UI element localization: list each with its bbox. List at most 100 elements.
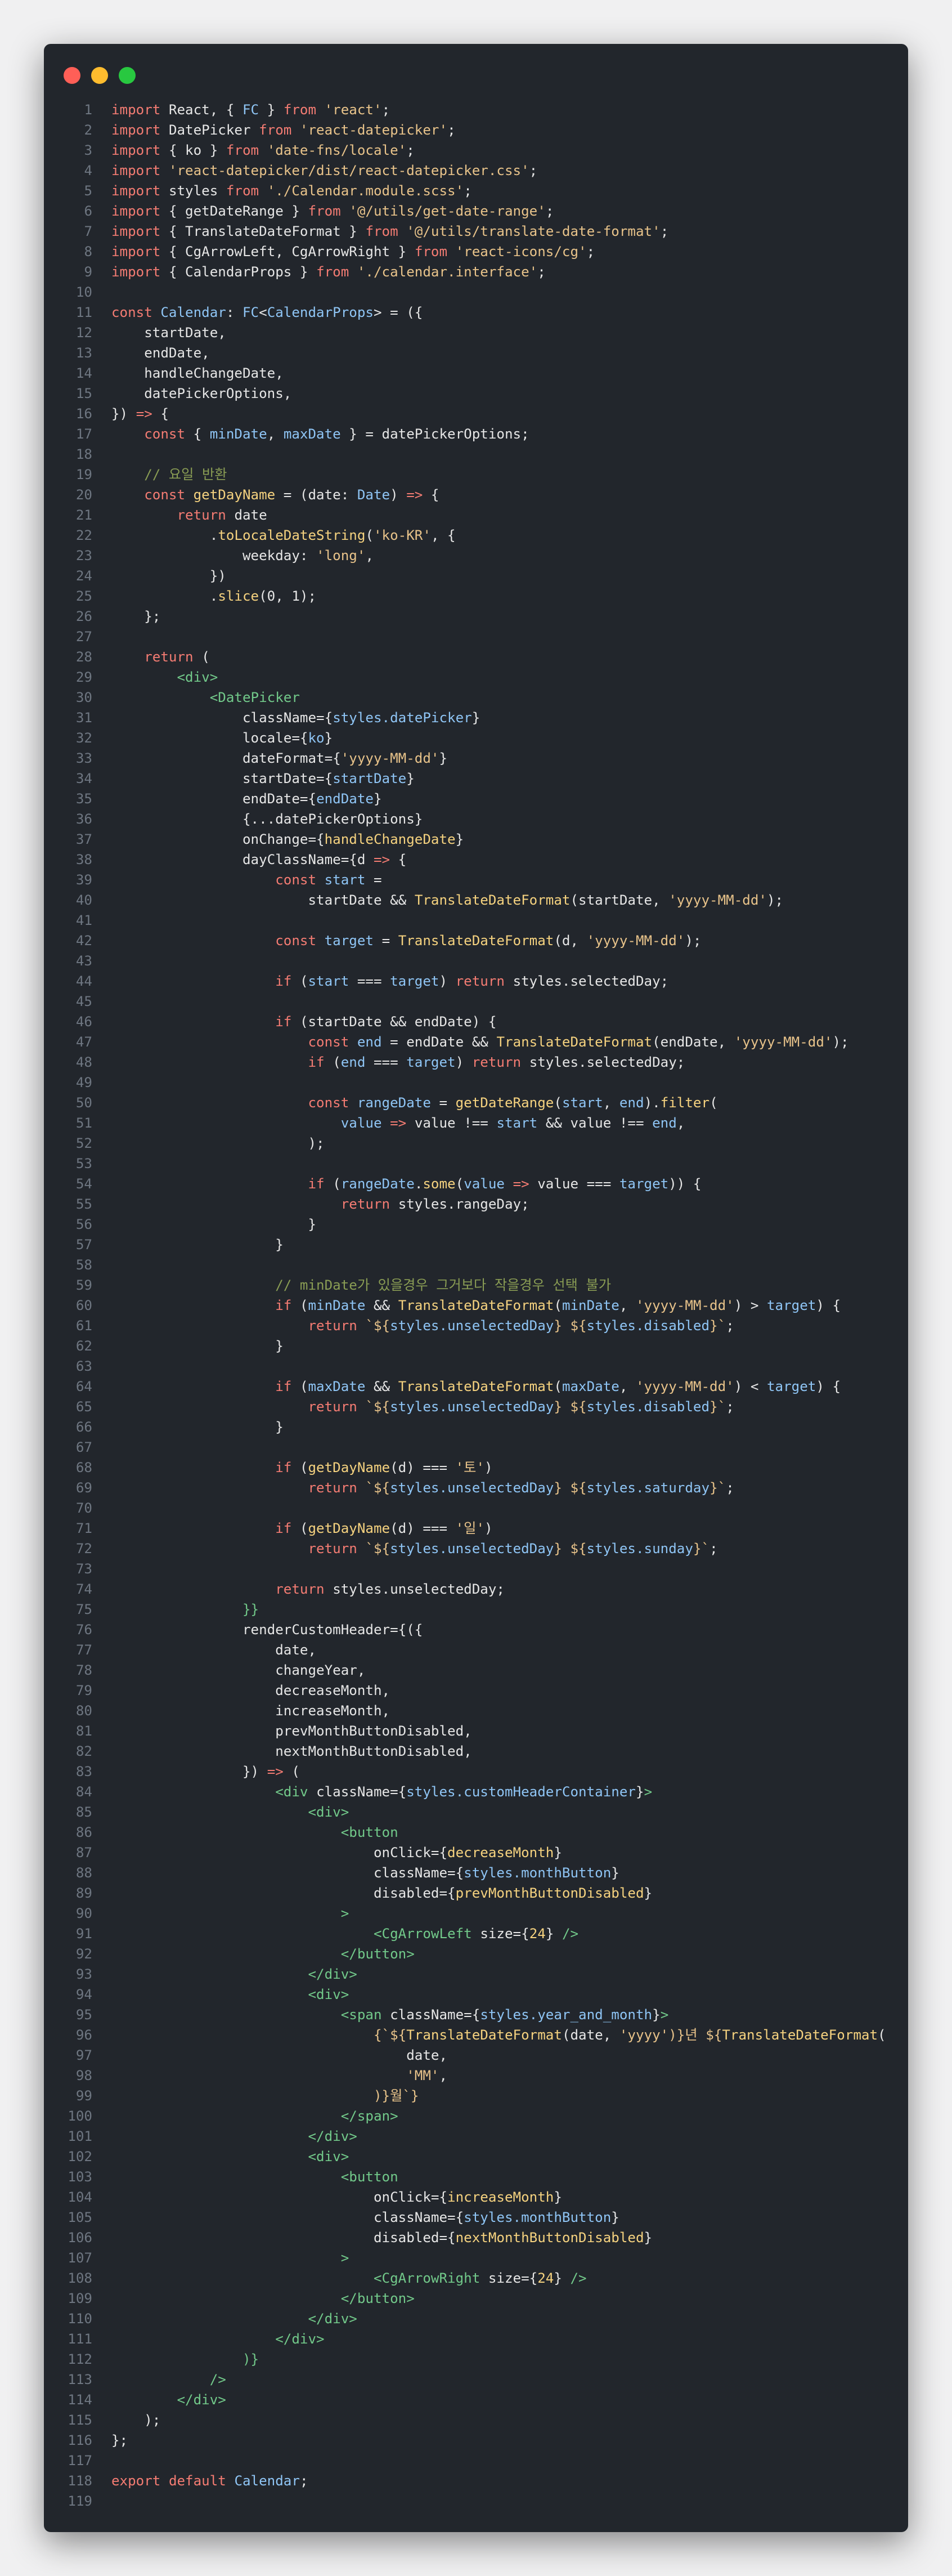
line-content: return `${styles.unselectedDay} ${styles… (111, 1539, 718, 1559)
line-number: 81 (75, 1723, 92, 1739)
line-content: import { ko } from 'date-fns/locale'; (111, 140, 415, 160)
line-content: if (maxDate && TranslateDateFormat(maxDa… (111, 1376, 841, 1397)
line-content: <button (111, 1822, 398, 1842)
code-line: 77 date, (44, 1640, 908, 1660)
code-token: slice (218, 588, 259, 604)
code-token: from (226, 142, 267, 158)
code-token: decreaseMonth, (111, 1683, 390, 1698)
code-line: 20 const getDayName = (date: Date) => { (44, 485, 908, 505)
code-token: styles.datePicker (333, 710, 472, 726)
line-content: export default Calendar; (111, 2471, 308, 2491)
line-content: <CgArrowRight size={24} /> (111, 2268, 587, 2288)
code-token: }` (709, 1318, 726, 1334)
code-line: 114 </div> (44, 2390, 908, 2410)
code-token: start (324, 872, 374, 888)
code-token: ; (545, 203, 554, 219)
zoom-window-button[interactable] (119, 67, 136, 84)
line-content: <div> (111, 667, 218, 687)
code-line: 23 weekday: 'long', (44, 545, 908, 566)
code-line: 109 </button> (44, 2288, 908, 2309)
code-block[interactable]: 1 import React, { FC } from 'react'; 2 impo… (44, 100, 908, 2511)
line-content: }; (111, 606, 160, 627)
code-token: ); (767, 892, 784, 908)
line-number: 99 (75, 2088, 92, 2104)
close-window-button[interactable] (64, 67, 80, 84)
code-token: end (357, 1034, 390, 1050)
code-token: start (562, 1095, 603, 1111)
line-content: )}월`} (111, 2086, 419, 2106)
line-number: 2 (84, 122, 92, 138)
line-content: const start = (111, 870, 381, 890)
line-content: import React, { FC } from 'react'; (111, 100, 390, 120)
code-token: } (259, 102, 284, 118)
line-content: return styles.rangeDay; (111, 1194, 529, 1214)
line-number: 46 (75, 1014, 92, 1030)
code-token: '@/utils/get-date-range' (349, 203, 546, 219)
code-line: 19 // 요일 반환 (44, 464, 908, 485)
line-number: 102 (68, 2149, 92, 2164)
code-token: styles.selectedDay; (529, 1054, 685, 1070)
code-token: `${ (365, 1399, 390, 1415)
code-token: import (111, 163, 169, 178)
line-number: 15 (75, 386, 92, 401)
code-line: 48 if (end === target) return styles.sel… (44, 1052, 908, 1072)
code-token: `${ (365, 1318, 390, 1334)
code-token: && value !== (545, 1115, 653, 1131)
line-content: const Calendar: FC<CalendarProps> = ({ (111, 302, 423, 323)
line-content: import { CalendarProps } from './calenda… (111, 262, 546, 282)
code-token: <div> (177, 669, 218, 685)
code-token: Date (357, 487, 390, 503)
code-token: date (234, 507, 267, 523)
code-token: 'yyyy-MM-dd' (586, 933, 685, 949)
code-token: styles.sunday (586, 1541, 693, 1557)
code-token: increaseMonth, (111, 1703, 390, 1719)
code-line: 96 {`${TranslateDateFormat(date, 'yyyy')… (44, 2025, 908, 2045)
code-token: return (275, 1581, 333, 1597)
code-token: (startDate && endDate) { (299, 1014, 497, 1030)
code-token: target (767, 1298, 816, 1313)
minimize-window-button[interactable] (91, 67, 108, 84)
code-line: 117 (44, 2450, 908, 2471)
code-token: ; (586, 244, 595, 260)
code-token: }` (709, 1399, 726, 1415)
code-token: import (111, 122, 169, 138)
code-line: 13 endDate, (44, 343, 908, 363)
code-token: </button> (340, 1946, 415, 1962)
code-line: 4 import 'react-datepicker/dist/react-dat… (44, 160, 908, 181)
code-line: 5 import styles from './Calendar.module.s… (44, 181, 908, 201)
code-token: disabled={ (111, 2230, 456, 2246)
code-token: ; (726, 1399, 734, 1415)
code-token: 24 (537, 2270, 554, 2286)
line-number: 42 (75, 933, 92, 949)
line-number: 106 (68, 2230, 92, 2246)
line-number: 95 (75, 2007, 92, 2023)
line-number: 37 (75, 831, 92, 847)
code-token: import (111, 203, 169, 219)
code-token: endDate={ (111, 791, 317, 807)
code-token: styles.unselectedDay (390, 1318, 554, 1334)
line-number: 41 (75, 913, 92, 928)
code-token: <div> (308, 2149, 349, 2164)
line-number: 89 (75, 1885, 92, 1901)
line-number: 68 (75, 1460, 92, 1475)
line-number: 119 (68, 2493, 92, 2509)
code-token: styles.monthButton (464, 1865, 612, 1881)
line-number: 88 (75, 1865, 92, 1881)
line-number: 4 (84, 163, 92, 178)
code-token: ) (455, 1054, 472, 1070)
code-token: return (308, 1480, 366, 1496)
code-line: 17 const { minDate, maxDate } = datePick… (44, 424, 908, 444)
code-token: renderCustomHeader={({ (111, 1622, 423, 1638)
code-token: TranslateDateFormat (722, 2027, 878, 2043)
code-token: import (111, 223, 169, 239)
code-token: if (308, 1054, 333, 1070)
code-line: 112 )} (44, 2349, 908, 2369)
line-number: 35 (75, 791, 92, 807)
code-token: className={ (111, 710, 333, 726)
